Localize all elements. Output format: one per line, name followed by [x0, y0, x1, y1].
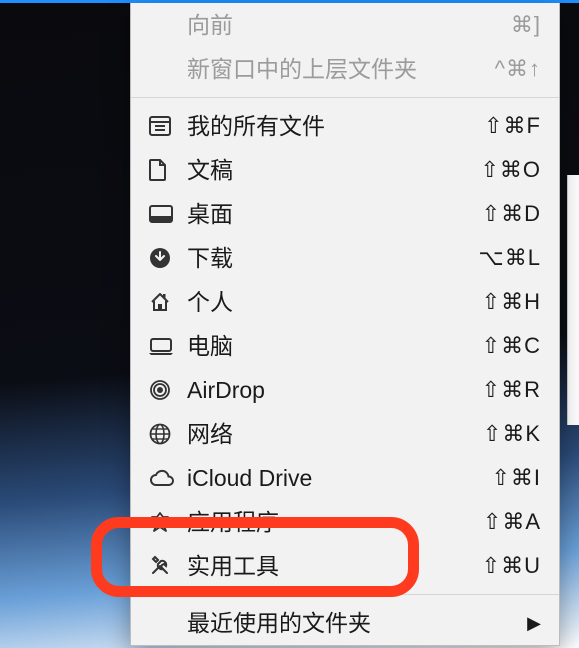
menu-item-label: 下载: [187, 242, 478, 274]
menu-item-label: 向前: [187, 9, 511, 41]
desktop-icon: [149, 202, 177, 226]
menu-item-label: 我的所有文件: [187, 110, 484, 142]
menu-item-shortcut: ⇧⌘H: [482, 286, 541, 318]
menu-item-computer[interactable]: 电脑 ⇧⌘C: [131, 324, 559, 368]
network-icon: [149, 422, 177, 446]
menu-item-shortcut: ⇧⌘U: [482, 550, 541, 582]
menu-separator: [131, 97, 559, 98]
background-window-edge: [567, 175, 579, 425]
menu-item-shortcut: ⇧⌘A: [483, 506, 541, 538]
menu-item-recent-folders[interactable]: 最近使用的文件夹 ▶: [131, 601, 559, 645]
home-icon: [149, 290, 177, 314]
menu-item-downloads[interactable]: 下载 ⌥⌘L: [131, 236, 559, 280]
menu-item-shortcut: ^⌘↑: [495, 53, 541, 85]
menu-item-shortcut: ⇧⌘K: [483, 418, 541, 450]
airdrop-icon: [149, 378, 177, 402]
icloud-icon: [149, 466, 177, 490]
menu-item-airdrop[interactable]: AirDrop ⇧⌘R: [131, 368, 559, 412]
menu-item-label: iCloud Drive: [187, 462, 491, 494]
menu-item-all-my-files[interactable]: 我的所有文件 ⇧⌘F: [131, 104, 559, 148]
all-files-icon: [149, 114, 177, 138]
menu-item-applications[interactable]: 应用程序 ⇧⌘A: [131, 500, 559, 544]
menu-item-label: 桌面: [187, 198, 482, 230]
document-icon: [149, 158, 177, 182]
menu-item-shortcut: ⌘]: [511, 9, 541, 41]
menu-item-shortcut: ⇧⌘R: [482, 374, 541, 406]
submenu-arrow-icon: ▶: [527, 607, 541, 639]
menu-item-label: 实用工具: [187, 550, 482, 582]
menu-item-shortcut: ⇧⌘F: [484, 110, 541, 142]
menu-item-enclosing-folder-new-window[interactable]: 新窗口中的上层文件夹 ^⌘↑: [131, 47, 559, 91]
menu-item-home[interactable]: 个人 ⇧⌘H: [131, 280, 559, 324]
menu-item-label: 应用程序: [187, 506, 483, 538]
menu-item-label: AirDrop: [187, 374, 482, 406]
menu-item-shortcut: ⇧⌘I: [491, 462, 541, 494]
go-menu-dropdown: 向前 ⌘] 新窗口中的上层文件夹 ^⌘↑ 我的所有文件 ⇧⌘F 文稿 ⇧⌘O 桌…: [130, 3, 560, 646]
menu-item-shortcut: ⇧⌘C: [482, 330, 541, 362]
spacer-icon: [149, 57, 177, 81]
menu-separator: [131, 594, 559, 595]
downloads-icon: [149, 246, 177, 270]
menu-item-label: 最近使用的文件夹: [187, 607, 527, 639]
menu-item-label: 网络: [187, 418, 483, 450]
apps-icon: [149, 510, 177, 534]
menu-item-label: 新窗口中的上层文件夹: [187, 53, 495, 85]
menu-item-utilities[interactable]: 实用工具 ⇧⌘U: [131, 544, 559, 588]
menu-item-documents[interactable]: 文稿 ⇧⌘O: [131, 148, 559, 192]
menu-item-network[interactable]: 网络 ⇧⌘K: [131, 412, 559, 456]
menu-item-label: 个人: [187, 286, 482, 318]
menu-item-label: 电脑: [187, 330, 482, 362]
menu-item-forward[interactable]: 向前 ⌘]: [131, 3, 559, 47]
menu-item-desktop[interactable]: 桌面 ⇧⌘D: [131, 192, 559, 236]
menu-item-icloud-drive[interactable]: iCloud Drive ⇧⌘I: [131, 456, 559, 500]
spacer-icon: [149, 611, 177, 635]
menu-item-label: 文稿: [187, 154, 480, 186]
menu-item-shortcut: ⌥⌘L: [478, 242, 541, 274]
utilities-icon: [149, 554, 177, 578]
menu-item-shortcut: ⇧⌘D: [482, 198, 541, 230]
computer-icon: [149, 334, 177, 358]
spacer-icon: [149, 13, 177, 37]
menu-item-shortcut: ⇧⌘O: [480, 154, 541, 186]
